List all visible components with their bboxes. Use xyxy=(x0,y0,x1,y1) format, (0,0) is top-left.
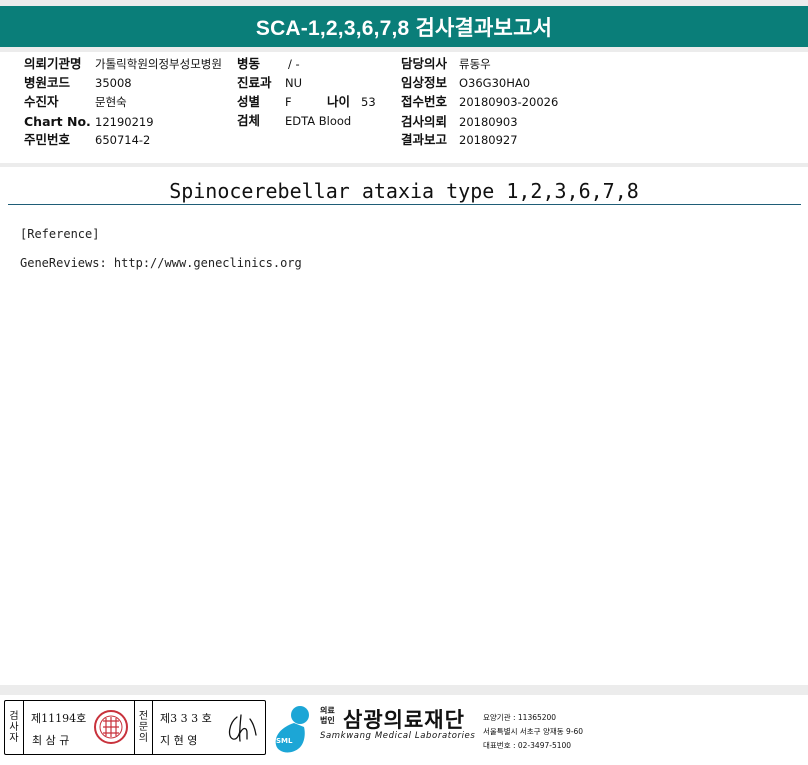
sex-value: F xyxy=(285,95,292,109)
department-value: NU xyxy=(285,76,303,90)
sex-label: 성별 xyxy=(237,94,261,109)
foundation-address: 서울특별시 서초구 양재동 9-60 xyxy=(483,727,584,736)
department-label: 진료과 xyxy=(237,75,272,90)
samkwang-logo: SML 의료 법인 삼광의료재단 Samkwang Medical Labora… xyxy=(270,701,804,761)
chart-number-label: Chart No. xyxy=(24,114,91,129)
institution-label: 의뢰기관명 xyxy=(24,56,82,71)
care-institution-number: 요양기관 : 11365200 xyxy=(483,713,557,722)
title-divider xyxy=(8,204,801,205)
report-title: SCA-1,2,3,6,7,8 검사결과보고서 xyxy=(255,16,553,40)
patient-label: 수진자 xyxy=(24,94,59,109)
report-body: Spinocerebellar ataxia type 1,2,3,6,7,8 … xyxy=(0,167,808,685)
reference-label: [Reference] xyxy=(20,227,100,241)
doctor-value: 류동우 xyxy=(459,57,491,71)
signature-box: 검 사 자 제11194호 최 삼 규 전 문 의 제3 3 3 호 지 현 영 xyxy=(4,700,266,755)
tester-seal-icon xyxy=(94,710,128,744)
chart-number-value: 12190219 xyxy=(95,115,154,129)
ward-label: 병동 xyxy=(237,56,261,71)
sml-logo-icon xyxy=(275,706,309,753)
specialist-number: 제3 3 3 호 xyxy=(160,712,212,725)
result-date-label: 결과보고 xyxy=(401,132,448,147)
report-footer: 검 사 자 제11194호 최 삼 규 전 문 의 제3 3 3 호 지 현 영… xyxy=(0,695,808,765)
clinical-info-value: O36G30HA0 xyxy=(459,76,531,90)
receipt-number-label: 접수번호 xyxy=(401,94,448,109)
age-value: 53 xyxy=(361,95,376,109)
foundation-english-name: Samkwang Medical Laboratories xyxy=(320,731,476,741)
patient-info-panel: 의뢰기관명 가톨릭학원의정부성모병원 병동 / - 담당의사 류동우 병원코드 … xyxy=(0,52,808,163)
logo-badge: SML xyxy=(276,737,293,745)
doctor-label: 담당의사 xyxy=(401,56,448,71)
resident-id-label: 주민번호 xyxy=(24,132,71,147)
tester-name: 최 삼 규 xyxy=(32,734,70,747)
result-date-value: 20180927 xyxy=(459,133,518,147)
patient-value: 문현숙 xyxy=(95,95,127,109)
request-date-label: 검사의뢰 xyxy=(401,114,448,129)
specimen-label: 검체 xyxy=(237,113,261,128)
hospital-code-label: 병원코드 xyxy=(24,75,71,90)
foundation-phone: 대표번호 : 02-3497-5100 xyxy=(483,741,572,750)
report-header: SCA-1,2,3,6,7,8 검사결과보고서 xyxy=(0,6,808,47)
specimen-value: EDTA Blood xyxy=(285,114,352,128)
specialist-signature-icon xyxy=(228,714,257,742)
ward-value: / - xyxy=(288,57,300,71)
foundation-name: 삼광의료재단 xyxy=(343,708,465,732)
request-date-value: 20180903 xyxy=(459,115,518,129)
section-title: Spinocerebellar ataxia type 1,2,3,6,7,8 xyxy=(169,179,639,203)
receipt-number-value: 20180903-20026 xyxy=(459,95,559,109)
tester-vertical-label: 검 사 자 xyxy=(5,701,24,754)
specialist-vertical-label: 전 문 의 xyxy=(134,701,153,754)
resident-id-value: 650714-2 xyxy=(95,133,151,147)
reference-line: GeneReviews: http://www.geneclinics.org xyxy=(20,256,302,270)
tester-number: 제11194호 xyxy=(31,712,87,725)
specialist-name: 지 현 영 xyxy=(160,734,198,747)
age-label: 나이 xyxy=(327,94,351,109)
institution-value: 가톨릭학원의정부성모병원 xyxy=(95,57,222,71)
logo-tag: 의료 법인 xyxy=(320,706,335,725)
hospital-code-value: 35008 xyxy=(95,76,132,90)
clinical-info-label: 임상정보 xyxy=(401,75,448,90)
